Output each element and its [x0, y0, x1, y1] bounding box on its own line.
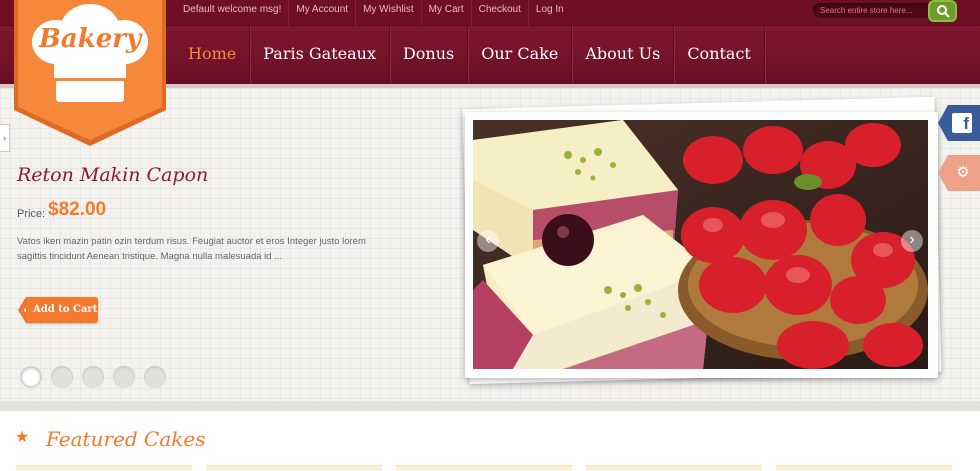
featured-card[interactable]: [776, 465, 952, 471]
slider-dot-5[interactable]: [144, 366, 166, 388]
main-nav: Home Paris Gateaux Donus Our Cake About …: [175, 26, 765, 84]
product-description: Vatos iken mazin patin ozin terdum risus…: [17, 236, 366, 262]
arrow-left-icon: ‹: [485, 231, 491, 248]
featured-card[interactable]: [586, 465, 762, 471]
slider-dot-3[interactable]: [82, 366, 104, 388]
side-toggle-tab[interactable]: ›: [0, 124, 10, 152]
logo-badge: [14, 0, 166, 146]
search-icon: [936, 5, 950, 18]
nav-item-about-us[interactable]: About Us: [572, 26, 675, 84]
my-cart-link[interactable]: My Cart: [420, 0, 471, 26]
star-icon: ★: [15, 429, 30, 446]
price-label: Price:: [17, 208, 46, 220]
welcome-message: Default welcome msg!: [183, 4, 282, 15]
slider-pagination: [20, 366, 166, 388]
price-value: $82.00: [48, 199, 107, 220]
arrow-right-icon: ›: [909, 231, 915, 248]
logo-text: Bakery: [38, 24, 142, 54]
facebook-icon: f: [952, 113, 972, 133]
featured-cards: [16, 465, 952, 471]
top-links: Default welcome msg! My Account My Wishl…: [176, 0, 571, 26]
my-account-link[interactable]: My Account: [288, 0, 355, 26]
login-link[interactable]: Log In: [527, 0, 571, 26]
slider-prev-button[interactable]: ‹: [477, 230, 499, 252]
nav-item-paris-gateaux[interactable]: Paris Gateaux: [250, 26, 390, 84]
add-to-cart-button[interactable]: Add to Cart: [18, 297, 98, 323]
section-divider: [0, 401, 980, 411]
logo[interactable]: Bakery: [14, 0, 166, 148]
add-to-cart-label: Add to Cart: [26, 297, 98, 323]
nav-item-contact[interactable]: Contact: [674, 26, 765, 84]
product-title[interactable]: Reton Makin Capon: [17, 164, 208, 186]
nav-item-donus[interactable]: Donus: [390, 26, 469, 84]
slide-image-frame: ‹ ›: [465, 112, 938, 378]
nav-item-our-cake[interactable]: Our Cake: [468, 26, 573, 84]
featured-card[interactable]: [396, 465, 572, 471]
slider-dot-1[interactable]: [20, 366, 42, 388]
gear-icon: ⚙: [956, 164, 970, 181]
slider-dot-2[interactable]: [51, 366, 73, 388]
featured-card[interactable]: [206, 465, 382, 471]
search-button[interactable]: [928, 0, 957, 22]
featured-card[interactable]: [16, 465, 192, 471]
cake-photo: [473, 120, 928, 369]
my-wishlist-link[interactable]: My Wishlist: [355, 0, 421, 26]
slider-dot-4[interactable]: [113, 366, 135, 388]
checkout-link[interactable]: Checkout: [470, 0, 528, 26]
nav-item-home[interactable]: Home: [175, 26, 251, 84]
slider-next-button[interactable]: ›: [901, 230, 923, 252]
featured-title: Featured Cakes: [46, 427, 206, 451]
